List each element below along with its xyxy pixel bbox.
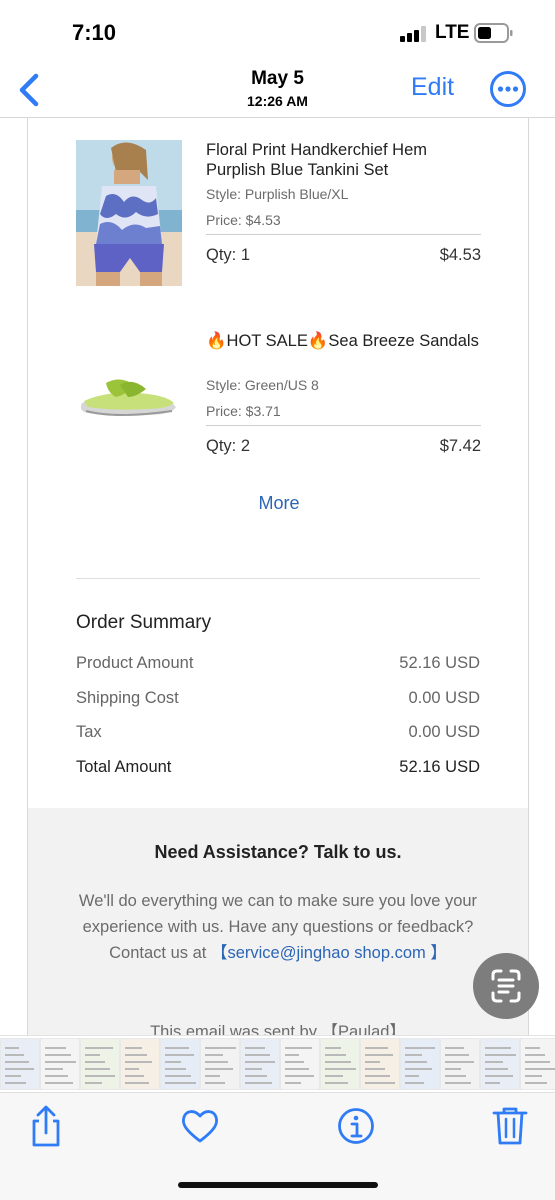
item-name[interactable]: 🔥HOT SALE🔥Sea Breeze Sandals: [206, 331, 481, 351]
trash-icon[interactable]: [490, 1105, 530, 1147]
item-price: Price: $4.53: [206, 212, 281, 228]
screenshot-thumbnail[interactable]: [120, 1038, 160, 1090]
item-qty: Qty: 2: [206, 437, 251, 455]
screenshot-thumbnail[interactable]: [240, 1038, 280, 1090]
heart-icon[interactable]: [180, 1105, 220, 1147]
item-price: Price: $3.71: [206, 403, 281, 419]
item-style: Style: Green/US 8: [206, 377, 319, 393]
screenshot-thumbnail[interactable]: [320, 1038, 360, 1090]
message-date: May 5: [251, 68, 304, 89]
screenshot-thumbnail[interactable]: [80, 1038, 120, 1090]
screenshot-thumbnail[interactable]: [0, 1038, 40, 1090]
item-amount: $4.53: [439, 246, 481, 264]
item-style: Style: Purplish Blue/XL: [206, 186, 349, 202]
summary-label: Shipping Cost: [76, 689, 179, 707]
support-email-link[interactable]: 【service@jinghao shop.com 】: [211, 944, 447, 962]
info-icon[interactable]: [336, 1105, 376, 1147]
summary-value: 52.16 USD: [399, 654, 480, 672]
summary-value: 0.00 USD: [408, 723, 480, 741]
screenshot-thumbnail[interactable]: [480, 1038, 520, 1090]
nav-bar: May 5 12:26 AM Edit: [0, 64, 555, 118]
status-bar: 7:10 LTE: [0, 0, 555, 64]
live-text-icon: [491, 969, 521, 1003]
summary-label: Tax: [76, 723, 102, 741]
item-name[interactable]: Floral Print Handkerchief Hem Purplish B…: [206, 140, 481, 180]
item-amount: $7.42: [439, 437, 481, 455]
product-image-tankini[interactable]: [76, 140, 182, 286]
item-divider: [206, 425, 481, 426]
edit-button[interactable]: Edit: [411, 73, 454, 102]
assistance-text: We'll do everything we can to make sure …: [78, 888, 478, 966]
screenshot-thumbnail[interactable]: [40, 1038, 80, 1090]
summary-value: 52.16 USD: [399, 758, 480, 776]
assistance-section: Need Assistance? Talk to us. We'll do ev…: [28, 808, 528, 1035]
item-qty: Qty: 1: [206, 246, 251, 264]
order-summary-title: Order Summary: [76, 612, 212, 633]
screenshot-thumbnail[interactable]: [280, 1038, 320, 1090]
more-options-icon[interactable]: [489, 70, 527, 108]
summary-label: Product Amount: [76, 654, 194, 672]
screenshot-thumbnail[interactable]: [400, 1038, 440, 1090]
cellular-signal-icon: [400, 26, 426, 42]
screenshot-thumbnail[interactable]: [200, 1038, 240, 1090]
section-divider: [76, 578, 480, 579]
email-content: Floral Print Handkerchief Hem Purplish B…: [27, 118, 529, 1035]
status-time: 7:10: [72, 20, 117, 45]
more-items-link[interactable]: More: [28, 493, 528, 514]
assistance-title: Need Assistance? Talk to us.: [154, 842, 402, 862]
battery-icon: [474, 23, 513, 43]
sender-notice: This email was sent by 【Paulad】: [150, 1023, 406, 1035]
summary-value: 0.00 USD: [408, 689, 480, 707]
message-time: 12:26 AM: [247, 93, 308, 109]
order-item: Floral Print Handkerchief Hem Purplish B…: [76, 140, 481, 290]
item-divider: [206, 234, 481, 235]
screenshot-thumbnail[interactable]: [520, 1038, 555, 1090]
summary-label: Total Amount: [76, 758, 172, 776]
home-indicator: [178, 1182, 378, 1188]
screenshot-thumbnail[interactable]: [360, 1038, 400, 1090]
screenshot-thumbnail[interactable]: [160, 1038, 200, 1090]
screenshot-thumbnail-strip[interactable]: [0, 1035, 555, 1091]
screenshot-thumbnail[interactable]: [440, 1038, 480, 1090]
network-type: LTE: [435, 22, 470, 43]
live-text-button[interactable]: [473, 953, 539, 1019]
product-image-sandals[interactable]: [76, 331, 182, 477]
share-icon[interactable]: [26, 1105, 66, 1147]
order-item: 🔥HOT SALE🔥Sea Breeze Sandals Style: Gree…: [76, 331, 481, 481]
